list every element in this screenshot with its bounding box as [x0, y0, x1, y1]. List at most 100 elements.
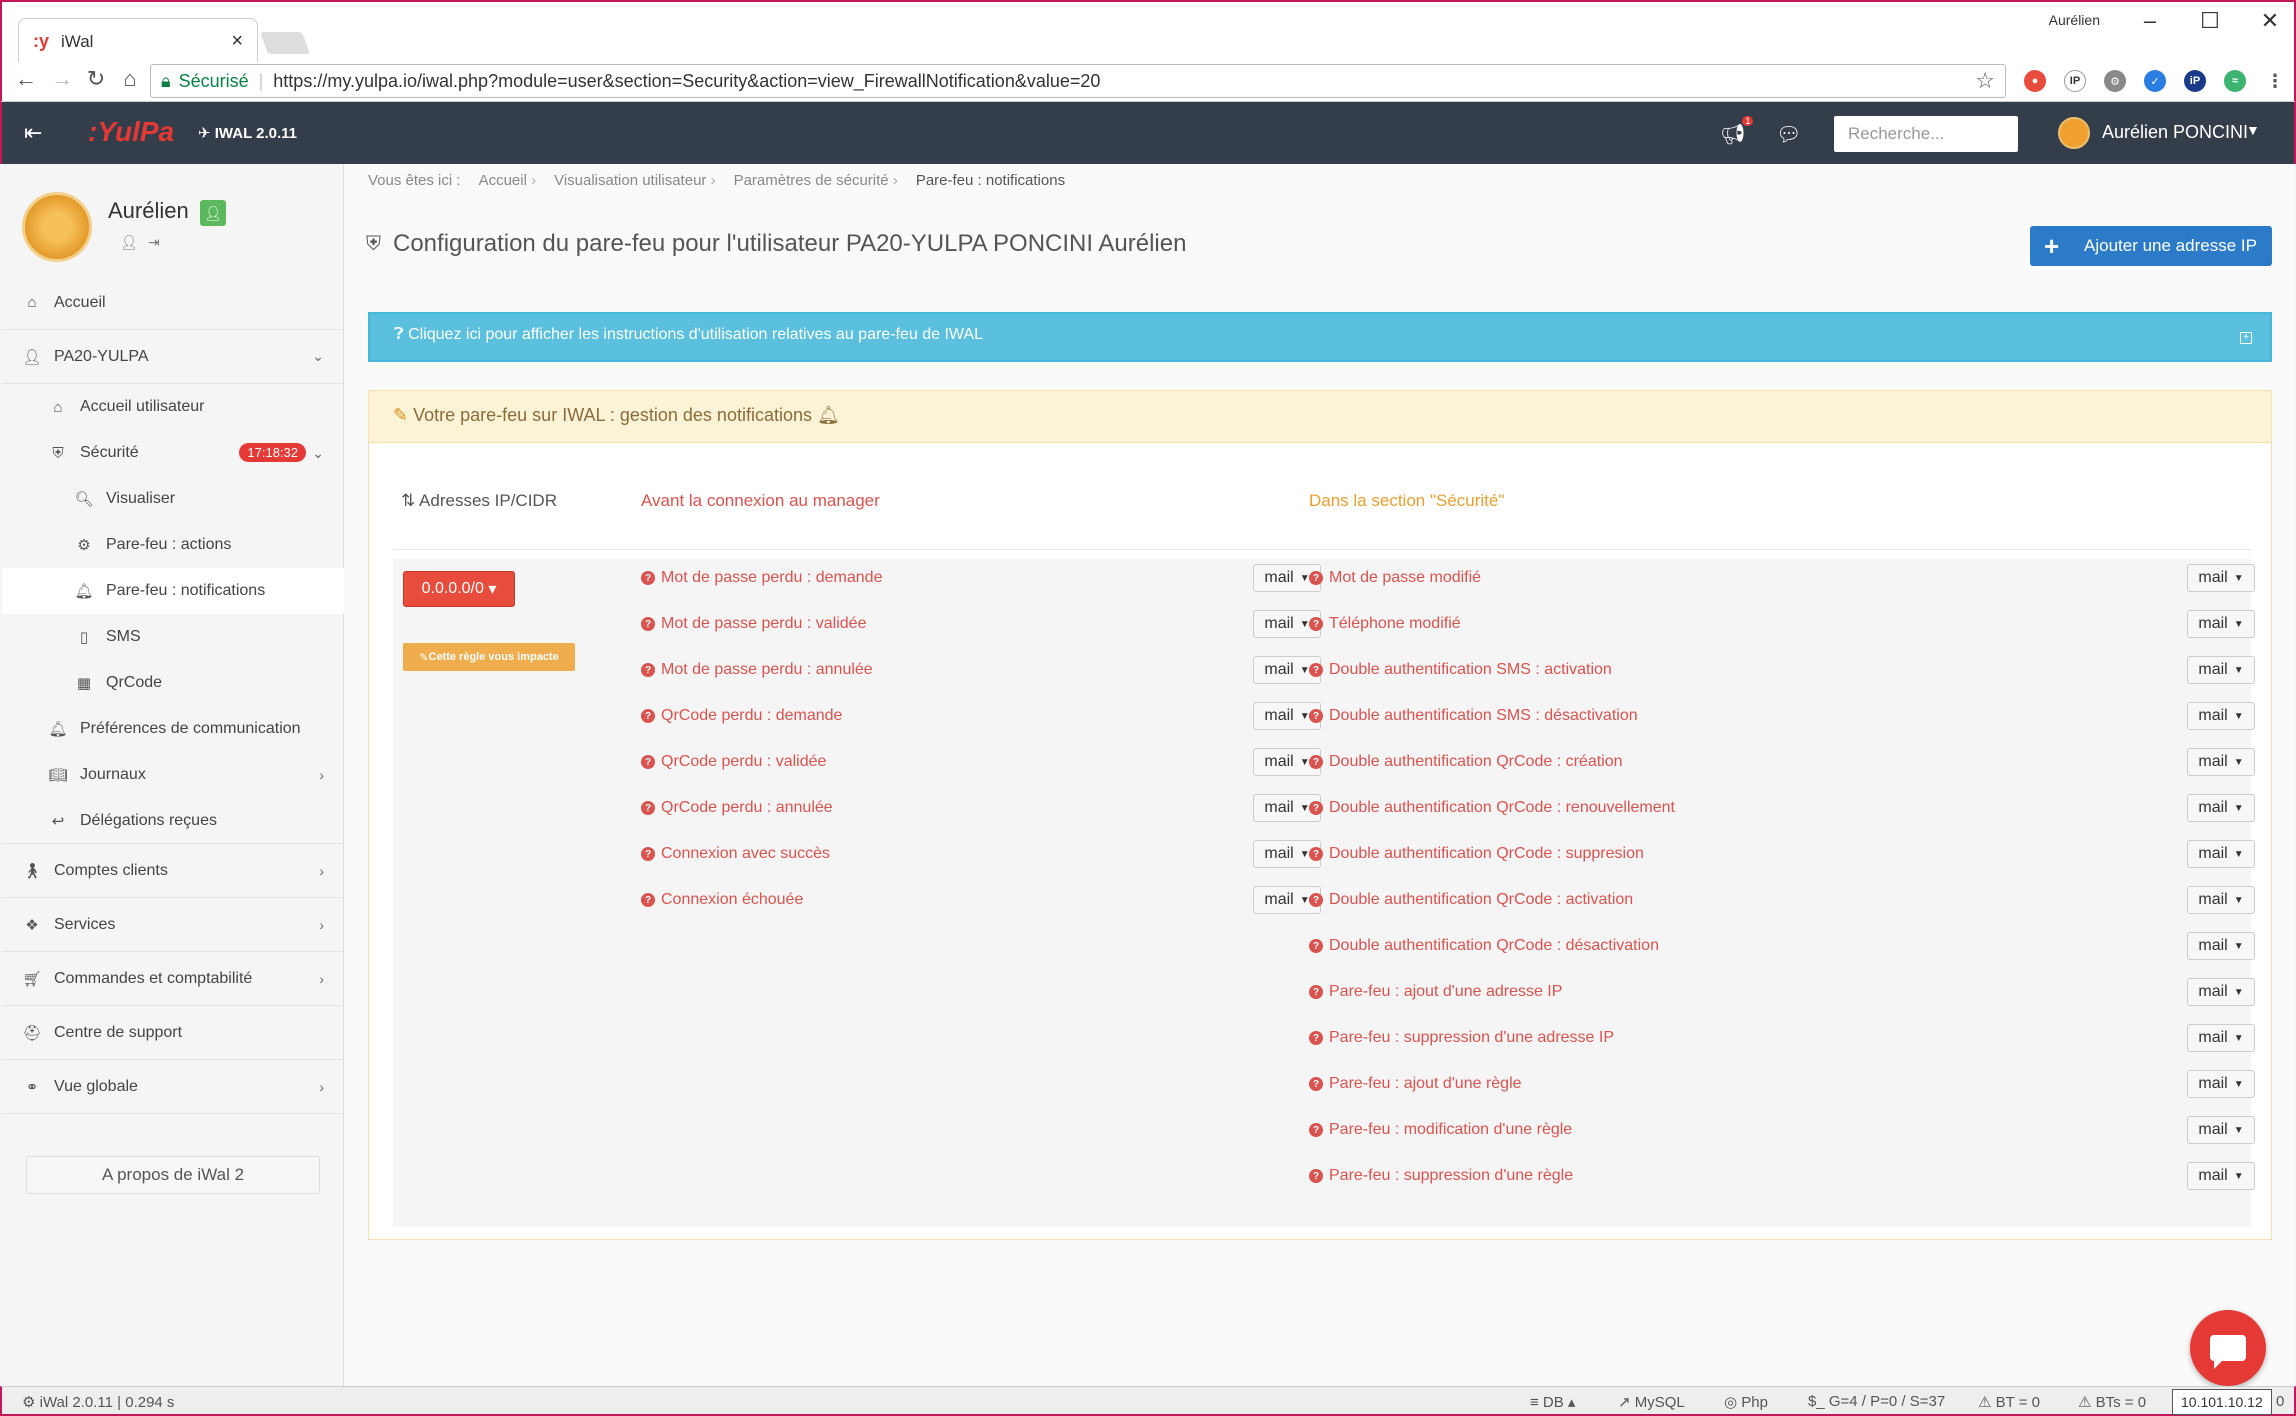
mail-dropdown-button[interactable]: mail ▼: [2187, 1116, 2255, 1144]
ip-badge-extension-icon[interactable]: iP: [2184, 70, 2206, 92]
mail-dropdown-button[interactable]: mail ▼: [2187, 748, 2255, 776]
question-circle-icon[interactable]: ?: [641, 755, 655, 769]
about-button[interactable]: A propos de iWal 2: [26, 1156, 320, 1194]
ip-extension-icon[interactable]: IP: [2064, 70, 2086, 92]
new-tab-button[interactable]: [259, 32, 311, 54]
extension-icon[interactable]: ●: [2024, 70, 2046, 92]
reload-icon[interactable]: ↻: [80, 66, 112, 92]
sidebar-item-qrcode[interactable]: ▦ QrCode: [2, 660, 344, 706]
question-circle-icon[interactable]: ?: [641, 801, 655, 815]
question-circle-icon[interactable]: ?: [641, 663, 655, 677]
question-circle-icon[interactable]: ?: [1309, 709, 1323, 723]
sidebar-item-visualiser[interactable]: 🔍︎ Visualiser: [2, 476, 344, 522]
column-header-ip[interactable]: ⇅ Adresses IP/CIDR: [401, 491, 557, 511]
breadcrumb-item[interactable]: Visualisation utilisateur ›: [554, 172, 715, 189]
bookmark-star-icon[interactable]: ☆: [1975, 68, 1995, 94]
status-php[interactable]: ◎ Php: [1724, 1393, 1768, 1411]
mail-dropdown-button[interactable]: mail ▼: [2187, 932, 2255, 960]
sidebar-item-parefeu-notifications[interactable]: 🔔︎ Pare-feu : notifications: [2, 568, 344, 614]
browser-tab[interactable]: :y iWal ×: [18, 18, 258, 64]
search-input[interactable]: [1834, 116, 2018, 152]
chat-icon[interactable]: 💬︎: [1776, 122, 1801, 147]
breadcrumb-item[interactable]: Accueil ›: [479, 172, 537, 189]
mail-dropdown-button[interactable]: mail ▼: [2187, 1162, 2255, 1190]
maximize-icon[interactable]: ☐: [2190, 8, 2230, 34]
sidebar-item-preferences[interactable]: 🔔︎ Préférences de communication: [2, 706, 344, 752]
question-circle-icon[interactable]: ?: [641, 847, 655, 861]
breadcrumb-item[interactable]: Paramètres de sécurité ›: [734, 172, 898, 189]
question-circle-icon[interactable]: ?: [1309, 1031, 1323, 1045]
sidebar-item-delegations[interactable]: ↩ Délégations reçues: [2, 798, 344, 844]
expand-icon[interactable]: +: [2240, 332, 2252, 344]
question-circle-icon[interactable]: ?: [1309, 755, 1323, 769]
add-ip-button[interactable]: + Ajouter une adresse IP: [2030, 226, 2272, 266]
medkit-icon: ⛑: [22, 1024, 42, 1042]
sidebar-item-sms[interactable]: ▯ SMS: [2, 614, 344, 660]
notification-label: ? Mot de passe perdu : validée: [641, 609, 866, 639]
yulpa-logo[interactable]: :YulPa: [88, 116, 174, 148]
question-circle-icon[interactable]: ?: [641, 617, 655, 631]
bullhorn-icon[interactable]: 📢︎ 1: [1720, 116, 1754, 147]
question-circle-icon[interactable]: ?: [1309, 847, 1323, 861]
back-icon[interactable]: ←: [10, 66, 42, 92]
mail-dropdown-button[interactable]: mail ▼: [2187, 886, 2255, 914]
chat-launcher-button[interactable]: [2190, 1310, 2266, 1386]
status-mysql[interactable]: ↗ MySQL: [1618, 1393, 1685, 1411]
mail-dropdown-button[interactable]: mail ▼: [2187, 978, 2255, 1006]
sidebar-item-securite[interactable]: ⛨ Sécurité 17:18:32 ⌄: [2, 430, 344, 476]
question-circle-icon[interactable]: ?: [1309, 1123, 1323, 1137]
window-user[interactable]: Aurélien: [2049, 12, 2100, 28]
url-bar[interactable]: 🔒︎ Sécurisé | https://my.yulpa.io/iwal.p…: [150, 64, 2006, 98]
sidebar-item-pa20-yulpa[interactable]: 👤︎ PA20-YULPA ⌄: [2, 330, 344, 384]
mail-dropdown-button[interactable]: mail ▼: [2187, 840, 2255, 868]
minimize-icon[interactable]: –: [2130, 8, 2170, 34]
close-window-icon[interactable]: ✕: [2250, 8, 2290, 34]
column-header-before: Avant la connexion au manager: [641, 491, 880, 510]
close-tab-icon[interactable]: ×: [231, 30, 243, 53]
sidebar-item-services[interactable]: ❖ Services ›: [2, 898, 344, 952]
question-circle-icon[interactable]: ?: [1309, 1077, 1323, 1091]
question-circle-icon[interactable]: ?: [1309, 985, 1323, 999]
sidebar-item-support[interactable]: ⛑ Centre de support: [2, 1006, 344, 1060]
avatar[interactable]: [2058, 117, 2090, 149]
sidebar-toggle-icon[interactable]: ⇤: [24, 120, 42, 146]
sidebar-item-accueil-utilisateur[interactable]: ⌂ Accueil utilisateur: [2, 384, 344, 430]
home-icon[interactable]: ⌂: [114, 66, 146, 92]
question-circle-icon[interactable]: ?: [1309, 801, 1323, 815]
question-circle-icon[interactable]: ?: [641, 893, 655, 907]
instructions-toggle[interactable]: ❓︎ Cliquez ici pour afficher les instruc…: [368, 312, 2272, 362]
question-circle-icon[interactable]: ?: [1309, 939, 1323, 953]
menu-icon[interactable]: ⋮: [2264, 70, 2286, 92]
shield-extension-icon[interactable]: ✓: [2144, 70, 2166, 92]
sidebar-item-vue-globale[interactable]: ⚭ Vue globale ›: [2, 1060, 344, 1114]
question-circle-icon[interactable]: ?: [1309, 571, 1323, 585]
mail-dropdown-button[interactable]: mail ▼: [2187, 564, 2255, 592]
mail-dropdown-button[interactable]: mail ▼: [2187, 702, 2255, 730]
sidebar-item-parefeu-actions[interactable]: ⚙ Pare-feu : actions: [2, 522, 344, 568]
question-circle-icon[interactable]: ?: [1309, 663, 1323, 677]
sidebar-item-comptes-clients[interactable]: 🚶︎ Comptes clients ›: [2, 844, 344, 898]
sidebar-item-journaux[interactable]: 📖︎ Journaux ›: [2, 752, 344, 798]
leaf-extension-icon[interactable]: ≈: [2224, 70, 2246, 92]
question-circle-icon[interactable]: ?: [1309, 617, 1323, 631]
question-circle-icon[interactable]: ?: [641, 709, 655, 723]
question-circle-icon[interactable]: ?: [641, 571, 655, 585]
chevron-down-icon[interactable]: ▼: [2246, 122, 2260, 138]
status-db[interactable]: ≡ DB ▴: [1530, 1393, 1575, 1411]
mail-dropdown-button[interactable]: mail ▼: [2187, 656, 2255, 684]
user-icon[interactable]: 👤︎: [120, 234, 138, 251]
user-badge-icon: 👤︎: [200, 200, 226, 226]
logout-icon[interactable]: ⇥: [148, 234, 160, 251]
forward-icon[interactable]: →: [46, 66, 78, 92]
mail-dropdown-button[interactable]: mail ▼: [2187, 794, 2255, 822]
sidebar-item-commandes[interactable]: 🛒︎ Commandes et comptabilité ›: [2, 952, 344, 1006]
gear-extension-icon[interactable]: ⚙: [2104, 70, 2126, 92]
ip-rule-dropdown[interactable]: 0.0.0.0/0 ▾: [403, 571, 515, 607]
mail-dropdown-button[interactable]: mail ▼: [2187, 1024, 2255, 1052]
question-circle-icon[interactable]: ?: [1309, 893, 1323, 907]
sidebar-item-accueil[interactable]: ⌂ Accueil: [2, 276, 344, 330]
user-menu[interactable]: Aurélien PONCINI: [2102, 122, 2248, 143]
mail-dropdown-button[interactable]: mail ▼: [2187, 610, 2255, 638]
mail-dropdown-button[interactable]: mail ▼: [2187, 1070, 2255, 1098]
question-circle-icon[interactable]: ?: [1309, 1169, 1323, 1183]
